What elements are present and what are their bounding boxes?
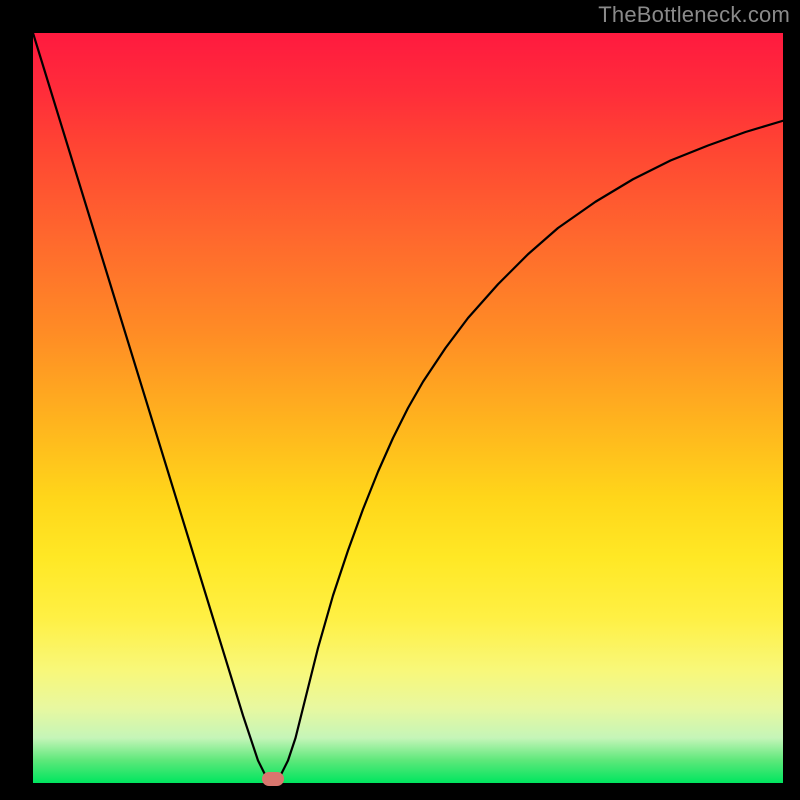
watermark-text: TheBottleneck.com [598,2,790,28]
bottleneck-curve [33,33,783,783]
chart-stage: TheBottleneck.com [0,0,800,800]
plot-area [33,33,783,783]
optimal-point-marker [262,772,284,786]
